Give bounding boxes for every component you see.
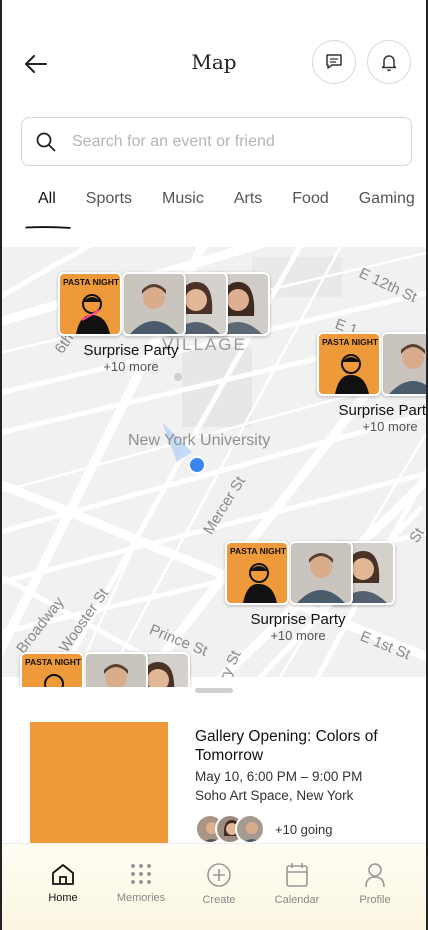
nav-create[interactable]: Create xyxy=(180,844,258,930)
current-location-dot xyxy=(188,456,206,474)
cluster-title: Surprise Party xyxy=(338,402,428,419)
going-count: +10 going xyxy=(275,821,333,837)
search-bar[interactable] xyxy=(21,117,412,166)
tab-gaming[interactable]: Gaming xyxy=(359,190,415,208)
nav-label: Create xyxy=(202,894,236,906)
nav-label: Calendar xyxy=(274,894,320,906)
message-icon xyxy=(326,54,342,69)
messages-button[interactable] xyxy=(312,40,356,84)
grid-icon xyxy=(131,864,151,884)
calendar-icon xyxy=(286,863,308,887)
person-icon xyxy=(365,863,385,888)
plus-circle-icon xyxy=(207,863,231,887)
event-location: Soho Art Space, New York xyxy=(195,788,354,803)
cluster-more-count: +10 more xyxy=(362,419,418,434)
search-icon xyxy=(36,132,56,151)
tab-sports[interactable]: Sports xyxy=(86,190,132,208)
nav-label: Memories xyxy=(116,892,166,904)
friend-avatar xyxy=(122,272,186,336)
header: Map xyxy=(2,0,426,110)
bell-icon xyxy=(381,55,397,72)
svg-text:PASTA NIGHT: PASTA NIGHT xyxy=(25,657,82,667)
attendee-avatar xyxy=(235,814,265,844)
svg-text:PASTA NIGHT: PASTA NIGHT xyxy=(230,546,287,556)
event-cluster[interactable]: PASTA NIGHT xyxy=(20,652,190,687)
nav-home[interactable]: Home xyxy=(24,844,102,930)
bottom-navigation: Home Memories Create Calendar Profile xyxy=(2,843,426,930)
event-cluster[interactable]: PASTA NIGHT Surprise Party +10 more xyxy=(317,332,428,434)
map-view[interactable]: E 12th St E 1 6th H VILLAGE New York Uni… xyxy=(2,247,428,687)
event-title: Gallery Opening: Colors of Tomorrow xyxy=(195,728,378,764)
friend-avatar xyxy=(381,332,426,396)
cluster-more-count: +10 more xyxy=(270,628,326,643)
event-cluster[interactable]: PASTA NIGHT Surprise Party +10 more xyxy=(58,272,270,374)
nav-label: Home xyxy=(48,892,78,904)
landmark-label: New York University xyxy=(128,432,271,449)
tab-all[interactable]: All xyxy=(38,190,56,208)
event-image xyxy=(30,722,168,852)
app-frame: Map All Sports Music Arts Food Gaming xyxy=(0,0,428,930)
nav-profile[interactable]: Profile xyxy=(336,844,414,930)
pasta-night-thumbnail: PASTA NIGHT xyxy=(317,332,381,396)
pasta-night-thumbnail: PASTA NIGHT xyxy=(225,541,289,605)
cluster-title: Surprise Party xyxy=(83,342,179,359)
active-tab-underline xyxy=(25,226,71,229)
nav-memories[interactable]: Memories xyxy=(102,844,180,930)
pasta-night-thumbnail: PASTA NIGHT xyxy=(58,272,122,336)
event-cluster[interactable]: PASTA NIGHT Surprise Party +10 more xyxy=(225,541,395,643)
friend-avatar xyxy=(289,541,353,605)
cluster-more-count: +10 more xyxy=(103,359,159,374)
pasta-night-art: PASTA NIGHT xyxy=(25,657,82,687)
nav-calendar[interactable]: Calendar xyxy=(258,844,336,930)
cluster-title: Surprise Party xyxy=(250,611,346,628)
search-input[interactable] xyxy=(72,132,372,151)
notifications-button[interactable] xyxy=(367,40,411,84)
nav-label: Profile xyxy=(359,894,391,906)
event-time: May 10, 6:00 PM – 9:00 PM xyxy=(195,769,363,784)
svg-text:PASTA NIGHT: PASTA NIGHT xyxy=(322,337,379,347)
pasta-night-art: PASTA NIGHT xyxy=(63,277,120,334)
pasta-night-art: PASTA NIGHT xyxy=(322,337,379,394)
pasta-night-art: PASTA NIGHT xyxy=(230,546,287,603)
page-title: Map xyxy=(191,50,237,74)
category-tabs: All Sports Music Arts Food Gaming xyxy=(38,190,426,208)
tab-music[interactable]: Music xyxy=(162,190,204,208)
friend-avatar xyxy=(84,652,148,687)
tab-food[interactable]: Food xyxy=(292,190,328,208)
home-icon xyxy=(52,864,74,885)
tab-arts[interactable]: Arts xyxy=(234,190,262,208)
pasta-night-thumbnail: PASTA NIGHT xyxy=(20,652,84,687)
attendees-row: +10 going xyxy=(195,814,332,844)
sheet-drag-handle[interactable] xyxy=(195,688,233,693)
svg-text:PASTA NIGHT: PASTA NIGHT xyxy=(63,277,120,287)
